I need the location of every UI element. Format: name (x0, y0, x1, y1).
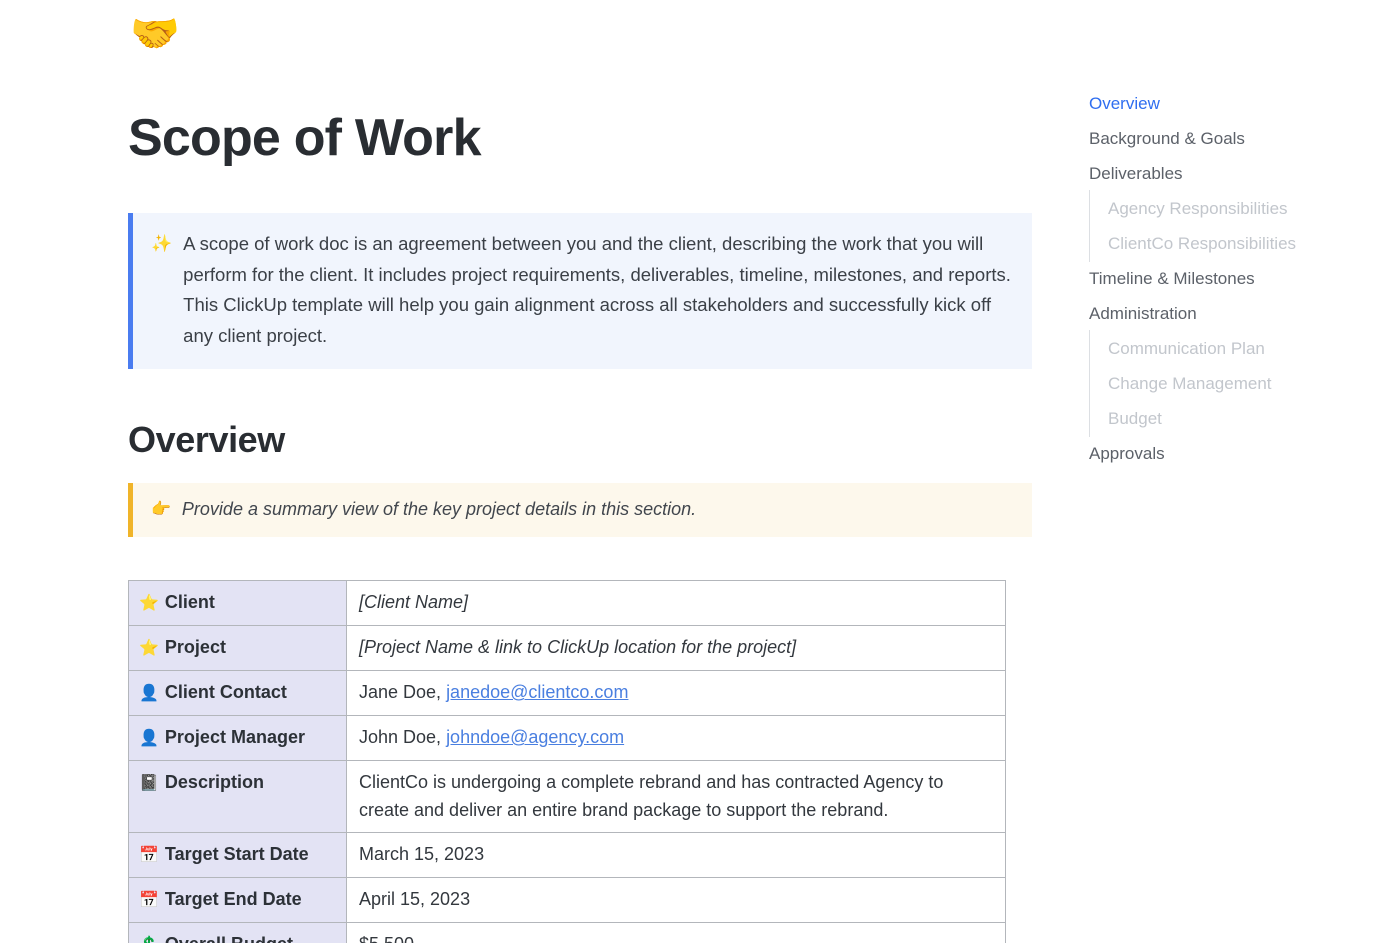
row-label-text: Target End Date (164, 889, 302, 910)
row-emoji-icon: 📓 (139, 773, 159, 793)
tip-callout: 👉 Provide a summary view of the key proj… (128, 483, 1032, 538)
table-row-label: 📅 Target End Date (128, 877, 347, 924)
table-row-value: $5,500 (346, 922, 1006, 943)
toc-item-clientco-responsibilities[interactable]: ClientCo Responsibilities (1089, 225, 1389, 262)
row-label-text: Description (164, 772, 264, 793)
toc-item-background-goals[interactable]: Background & Goals (1089, 121, 1389, 156)
value-text: $5,500 (359, 934, 414, 943)
table-row-value: [Client Name] (346, 580, 1006, 627)
row-label-text: Target Start Date (164, 844, 309, 865)
row-emoji-icon: ⭐ (139, 638, 159, 658)
table-row-value: April 15, 2023 (346, 877, 1006, 924)
pointing-right-icon: 👉 (151, 499, 171, 519)
row-label-text: Overall Budget (165, 934, 293, 943)
row-emoji-icon: 📅 (139, 890, 159, 910)
table-row: 👤 Client Contact Jane Doe, janedoe@clientc… (128, 670, 1006, 717)
row-emoji-icon: 📅 (139, 845, 159, 865)
row-label-text: Client Contact (164, 682, 287, 703)
table-row-label: ⭐ Client (128, 580, 347, 627)
project-details-table-body: ⭐ Client [Client Name] ⭐ Project [Project Nam… (128, 580, 1006, 943)
table-row-label: 👤 Client Contact (128, 670, 347, 717)
section-heading-overview: Overview (128, 419, 285, 461)
table-row-value: Jane Doe, janedoe@clientco.com (346, 670, 1006, 717)
row-emoji-icon: 👤 (139, 728, 159, 748)
row-label-text: Project (164, 637, 226, 658)
table-row: 👤 Project Manager John Doe, johndoe@agency… (128, 715, 1006, 762)
toc-item-approvals[interactable]: Approvals (1089, 436, 1389, 471)
info-callout: ✨ A scope of work doc is an agreement be… (128, 213, 1032, 370)
table-row: 📅 Target Start Date March 15, 2023 (128, 832, 1006, 879)
tip-callout-text: Provide a summary view of the key projec… (181, 499, 697, 520)
email-link[interactable]: johndoe@agency.com (446, 727, 624, 747)
table-row-label: 📓 Description (128, 760, 347, 834)
toc-item-overview[interactable]: Overview (1089, 86, 1389, 121)
value-text: [Project Name & link to ClickUp location… (359, 637, 797, 658)
table-row: ⭐ Project [Project Name & link to ClickUp … (128, 625, 1006, 672)
table-row-value: [Project Name & link to ClickUp location… (346, 625, 1006, 672)
toc-item-agency-responsibilities[interactable]: Agency Responsibilities (1089, 190, 1389, 227)
project-details-table: ⭐ Client [Client Name] ⭐ Project [Project Nam… (128, 580, 1006, 943)
table-row-label: 👤 Project Manager (128, 715, 347, 762)
handshake-icon: 🤝 (130, 11, 180, 57)
value-text: March 15, 2023 (359, 844, 485, 865)
contact-name: John Doe, (359, 727, 447, 748)
info-callout-text: A scope of work doc is an agreement betw… (183, 233, 1011, 346)
toc-item-communication-plan[interactable]: Communication Plan (1089, 330, 1389, 367)
row-label-text: Project Manager (164, 727, 305, 748)
table-of-contents[interactable]: Overview Background & Goals Deliverables Ag… (1089, 86, 1389, 471)
document-page: 🤝 Scope of Work ✨ A scope of work doc is… (0, 0, 1400, 943)
table-row: 📓 Description ClientCo is undergoing a com… (128, 760, 1006, 834)
table-row-value: John Doe, johndoe@agency.com (346, 715, 1006, 762)
row-emoji-icon: ⭐ (139, 593, 159, 613)
table-row-value: March 15, 2023 (346, 832, 1006, 879)
toc-item-administration[interactable]: Administration (1089, 296, 1389, 331)
table-row: ⭐ Client [Client Name] (128, 580, 1006, 627)
toc-item-timeline-milestones[interactable]: Timeline & Milestones (1089, 261, 1389, 296)
table-row: 💲 Overall Budget $5,500 (128, 922, 1006, 943)
value-text: [Client Name] (359, 592, 469, 613)
email-link[interactable]: janedoe@clientco.com (446, 682, 628, 702)
table-row: 📅 Target End Date April 15, 2023 (128, 877, 1006, 924)
contact-name: Jane Doe, (359, 682, 447, 703)
row-emoji-icon: 💲 (139, 931, 159, 943)
document-body: 🤝 Scope of Work ✨ A scope of work doc is… (128, 0, 1032, 943)
toc-item-deliverables[interactable]: Deliverables (1089, 156, 1389, 191)
table-row-label: 💲 Overall Budget (128, 922, 347, 943)
row-label-text: Client (164, 592, 215, 613)
value-text: ClientCo is undergoing a complete rebran… (359, 772, 944, 821)
table-row-value: ClientCo is undergoing a complete rebran… (346, 760, 1006, 834)
row-emoji-icon: 👤 (139, 683, 159, 703)
sparkles-icon: ✨ (151, 234, 173, 255)
toc-item-budget[interactable]: Budget (1089, 400, 1389, 437)
page-title: Scope of Work (128, 109, 481, 167)
value-text: April 15, 2023 (359, 889, 471, 910)
table-row-label: ⭐ Project (128, 625, 347, 672)
table-row-label: 📅 Target Start Date (128, 832, 347, 879)
toc-item-change-management[interactable]: Change Management (1089, 365, 1389, 402)
